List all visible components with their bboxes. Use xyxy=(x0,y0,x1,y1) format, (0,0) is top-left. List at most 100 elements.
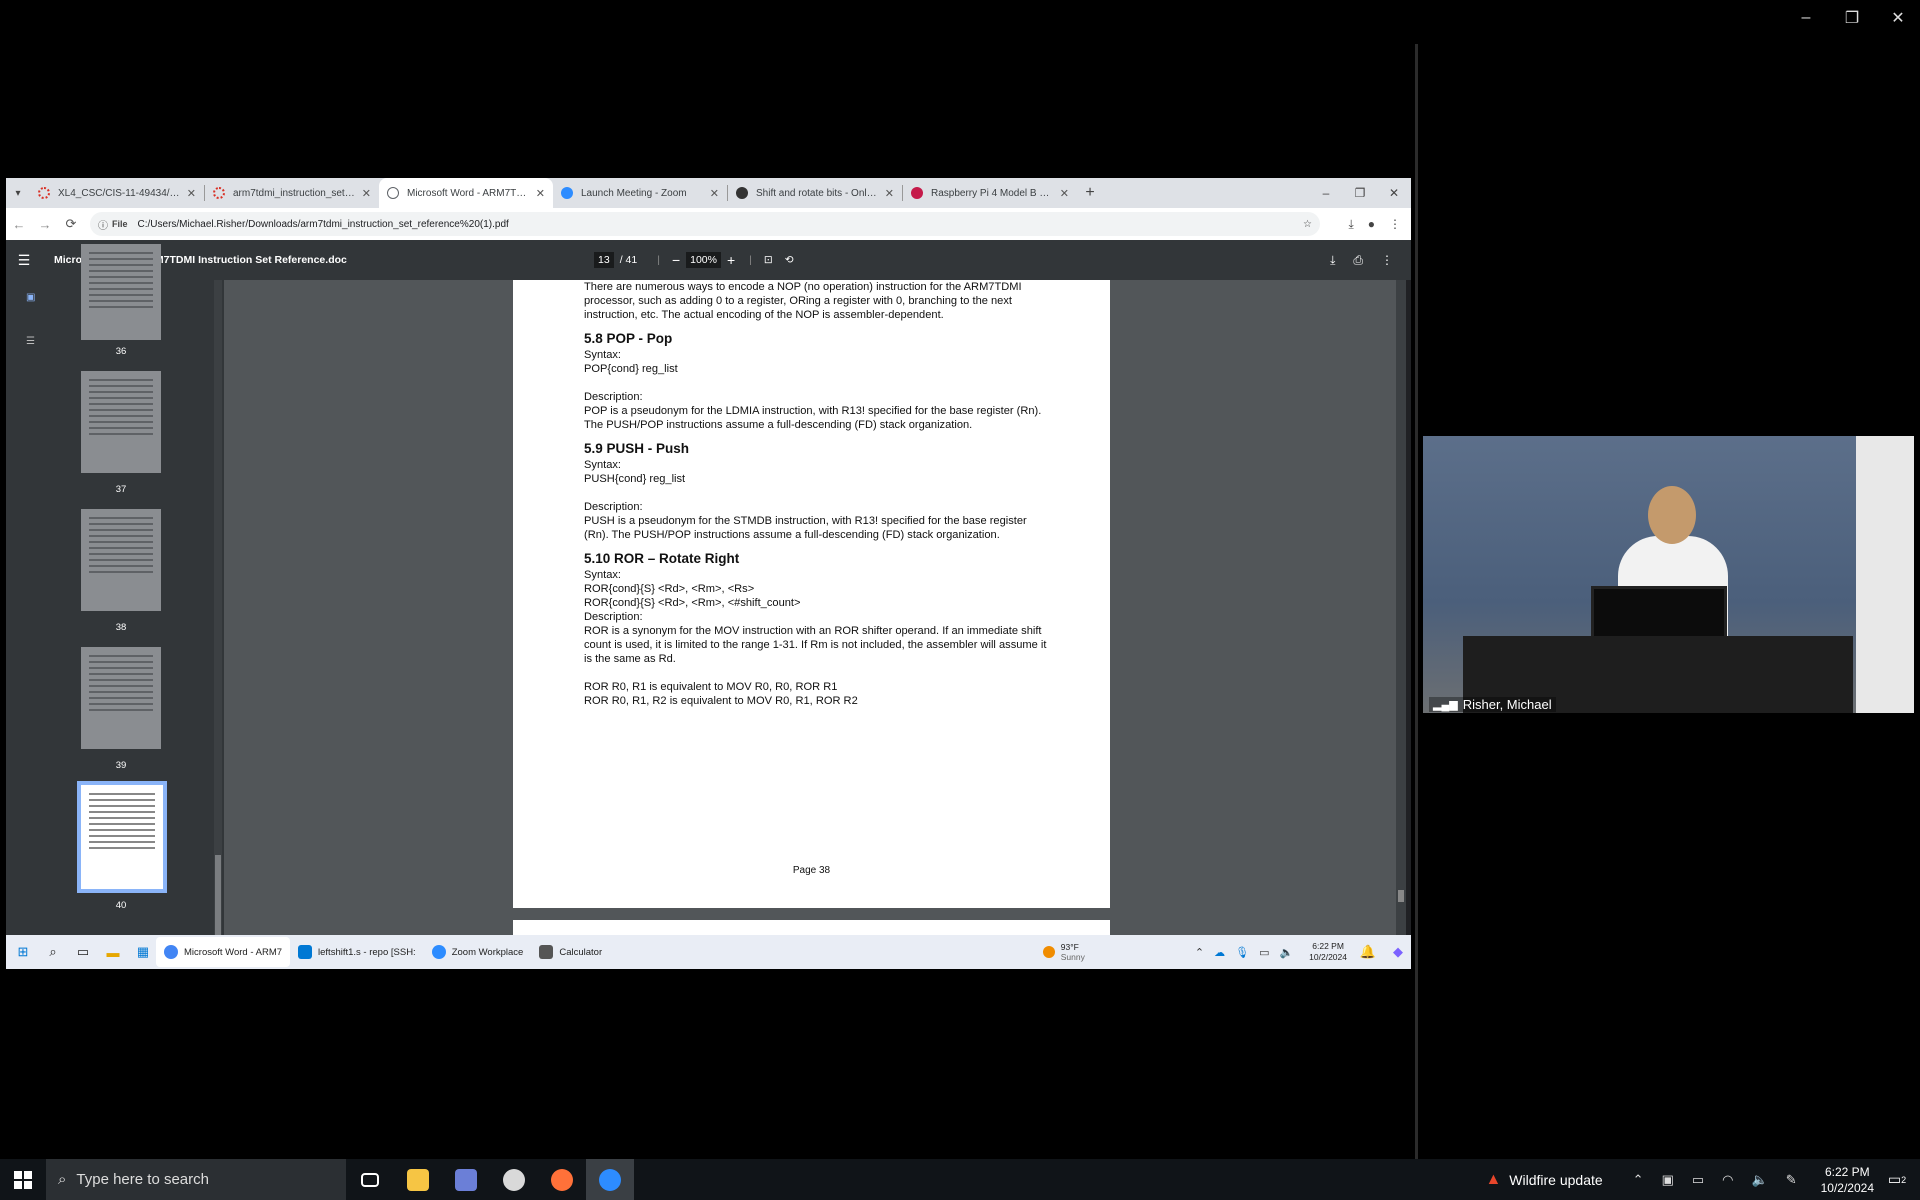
remote-taskbar-app[interactable]: Calculator xyxy=(531,937,610,967)
fit-page-icon[interactable]: ⊡ xyxy=(764,254,773,266)
folder-icon[interactable]: ▬ xyxy=(100,939,126,965)
close-icon[interactable]: ✕ xyxy=(1377,178,1411,208)
volume-icon[interactable]: 🔈 xyxy=(1279,946,1293,959)
windows-start-icon[interactable] xyxy=(0,1170,46,1189)
system-clock[interactable]: 6:22 PM 10/2/2024 xyxy=(1821,1164,1874,1196)
tab-close-icon[interactable]: ✕ xyxy=(1060,187,1069,200)
zoom-icon[interactable] xyxy=(586,1159,634,1200)
network-icon[interactable]: ▭ xyxy=(1259,946,1269,959)
panel-divider[interactable] xyxy=(1415,44,1418,1159)
thumbnail-page-current[interactable] xyxy=(77,781,167,893)
profile-icon[interactable]: ● xyxy=(1368,217,1375,232)
more-options-icon[interactable]: ⋮ xyxy=(1381,253,1393,268)
tab-2-active[interactable]: Microsoft Word - ARM7TDMI In ✕ xyxy=(379,178,553,208)
zoom-in-icon[interactable]: + xyxy=(727,252,735,268)
close-icon[interactable]: ✕ xyxy=(1886,6,1910,30)
thumbnail-page[interactable] xyxy=(81,371,161,473)
volume-icon[interactable]: 🔈 xyxy=(1752,1172,1768,1188)
store-icon[interactable]: ▦ xyxy=(130,939,156,965)
cloud-icon[interactable]: ☁ xyxy=(1214,946,1225,959)
description-text: PUSH is a pseudonym for the STMDB instru… xyxy=(584,515,1027,541)
forward-icon[interactable]: → xyxy=(32,217,58,232)
tab-close-icon[interactable]: ✕ xyxy=(710,187,719,200)
pdf-sidebar: ▣ ☰ 36 37 38 39 40 xyxy=(6,244,224,935)
restore-icon[interactable]: ❐ xyxy=(1840,6,1864,30)
sun-icon xyxy=(1042,946,1055,958)
tab-close-icon[interactable]: ✕ xyxy=(536,187,545,200)
file-explorer-icon[interactable] xyxy=(394,1159,442,1200)
microphone-icon[interactable]: 🎙 xyxy=(1235,946,1249,959)
thumbnail-page[interactable] xyxy=(81,244,161,340)
hamburger-menu-icon[interactable]: ☰ xyxy=(6,252,42,269)
syntax-label: Syntax: xyxy=(584,569,621,581)
omnibox[interactable]: ⓘ File C:/Users/Michael.Risher/Downloads… xyxy=(90,212,1320,236)
device-icon[interactable]: ▣ xyxy=(1662,1172,1674,1188)
snipping-tool-icon[interactable] xyxy=(490,1159,538,1200)
print-icon[interactable]: ⎙ xyxy=(1353,253,1363,268)
search-icon[interactable]: ⌕ xyxy=(40,939,66,965)
back-icon[interactable]: ← xyxy=(6,217,32,232)
notification-icon[interactable]: 🔔 xyxy=(1355,939,1381,965)
zoom-out-icon[interactable]: − xyxy=(672,252,680,268)
tab-5[interactable]: Raspberry Pi 4 Model B specific ✕ xyxy=(903,178,1077,208)
tab-4[interactable]: Shift and rotate bits - Online To ✕ xyxy=(728,178,902,208)
document-scrollbar[interactable] xyxy=(1396,280,1406,935)
page-navigator: 13 / 41 | − 100% + | ⊡ ⟲ xyxy=(594,252,794,268)
gear-icon xyxy=(736,187,748,199)
description-label: Description: xyxy=(584,391,643,403)
copilot-icon[interactable]: ◆ xyxy=(1385,939,1411,965)
url-text[interactable]: C:/Users/Michael.Risher/Downloads/arm7td… xyxy=(138,219,509,230)
remote-taskbar-app[interactable]: Zoom Workplace xyxy=(424,937,532,967)
reload-icon[interactable]: ⟳ xyxy=(58,216,84,232)
pen-icon[interactable]: ✎ xyxy=(1786,1172,1797,1188)
tab-title: Microsoft Word - ARM7TDMI In xyxy=(407,187,530,199)
thumbnails-view-icon[interactable]: ▣ xyxy=(26,292,36,303)
download-icon[interactable]: ⤓ xyxy=(1348,217,1353,232)
rotate-icon[interactable]: ⟲ xyxy=(785,254,794,266)
tab-close-icon[interactable]: ✕ xyxy=(187,187,196,200)
windows-start-icon[interactable]: ⊞ xyxy=(10,939,36,965)
bookmark-star-icon[interactable]: ☆ xyxy=(1303,219,1312,230)
page-number-input[interactable]: 13 xyxy=(594,252,614,268)
download-icon[interactable]: ⤓ xyxy=(1330,253,1335,268)
restore-icon[interactable]: ❐ xyxy=(1343,178,1377,208)
calculator-icon xyxy=(539,945,554,959)
example-line: ROR R0, R1, R2 is equivalent to MOV R0, … xyxy=(584,695,858,707)
minimize-icon[interactable]: – xyxy=(1309,178,1343,208)
wifi-icon[interactable]: ◠ xyxy=(1722,1172,1733,1188)
app-label: Calculator xyxy=(559,946,603,958)
taskbar-search[interactable]: ⌕ Type here to search xyxy=(46,1159,346,1200)
chevron-up-icon[interactable]: ⌃ xyxy=(1195,946,1204,959)
task-view-icon[interactable] xyxy=(346,1159,394,1200)
tab-close-icon[interactable]: ✕ xyxy=(885,187,894,200)
participant-video[interactable]: ▂▄▆ Risher, Michael xyxy=(1423,436,1914,713)
tab-3[interactable]: Launch Meeting - Zoom ✕ xyxy=(553,178,727,208)
thumbnail-page[interactable] xyxy=(81,509,161,611)
tab-0[interactable]: XL4_CSC/CIS-11-49434/49433/ ✕ xyxy=(30,178,204,208)
tab-search-chevron-icon[interactable]: ▾ xyxy=(6,178,30,208)
section-heading-pop: 5.8 POP - Pop xyxy=(584,331,673,346)
sidebar-scrollbar[interactable] xyxy=(214,280,222,935)
chevron-up-icon[interactable]: ⌃ xyxy=(1633,1172,1644,1188)
zoom-window-controls: – ❐ ✕ xyxy=(1794,6,1910,30)
minimize-icon[interactable]: – xyxy=(1794,6,1818,30)
firefox-icon[interactable] xyxy=(538,1159,586,1200)
remote-taskbar-app[interactable]: leftshift1.s - repo [SSH: xyxy=(290,937,424,967)
info-icon[interactable]: ⓘ xyxy=(98,217,108,232)
task-view-icon[interactable]: ▭ xyxy=(70,939,96,965)
calculator-icon[interactable] xyxy=(442,1159,490,1200)
menu-dots-icon[interactable]: ⋮ xyxy=(1389,217,1401,232)
battery-icon[interactable]: ▭ xyxy=(1692,1172,1704,1188)
tab-close-icon[interactable]: ✕ xyxy=(362,187,371,200)
zoom-level-input[interactable]: 100% xyxy=(686,252,721,268)
remote-clock[interactable]: 6:22 PM 10/2/2024 xyxy=(1309,941,1347,963)
wildfire-news-widget[interactable]: ▲ Wildfire update xyxy=(1485,1171,1632,1189)
remote-taskbar-app[interactable]: Microsoft Word - ARM7 xyxy=(156,937,291,967)
new-tab-button[interactable]: + xyxy=(1077,178,1103,208)
outline-view-icon[interactable]: ☰ xyxy=(26,336,36,347)
thumbnail-page[interactable] xyxy=(81,647,161,749)
tab-1[interactable]: arm7tdmi_instruction_set_refere ✕ xyxy=(205,178,379,208)
globe-icon xyxy=(387,187,399,199)
notification-center-icon[interactable]: ▭ 2 xyxy=(1874,1171,1920,1188)
weather-widget[interactable]: 93°F Sunny xyxy=(1042,942,1085,962)
